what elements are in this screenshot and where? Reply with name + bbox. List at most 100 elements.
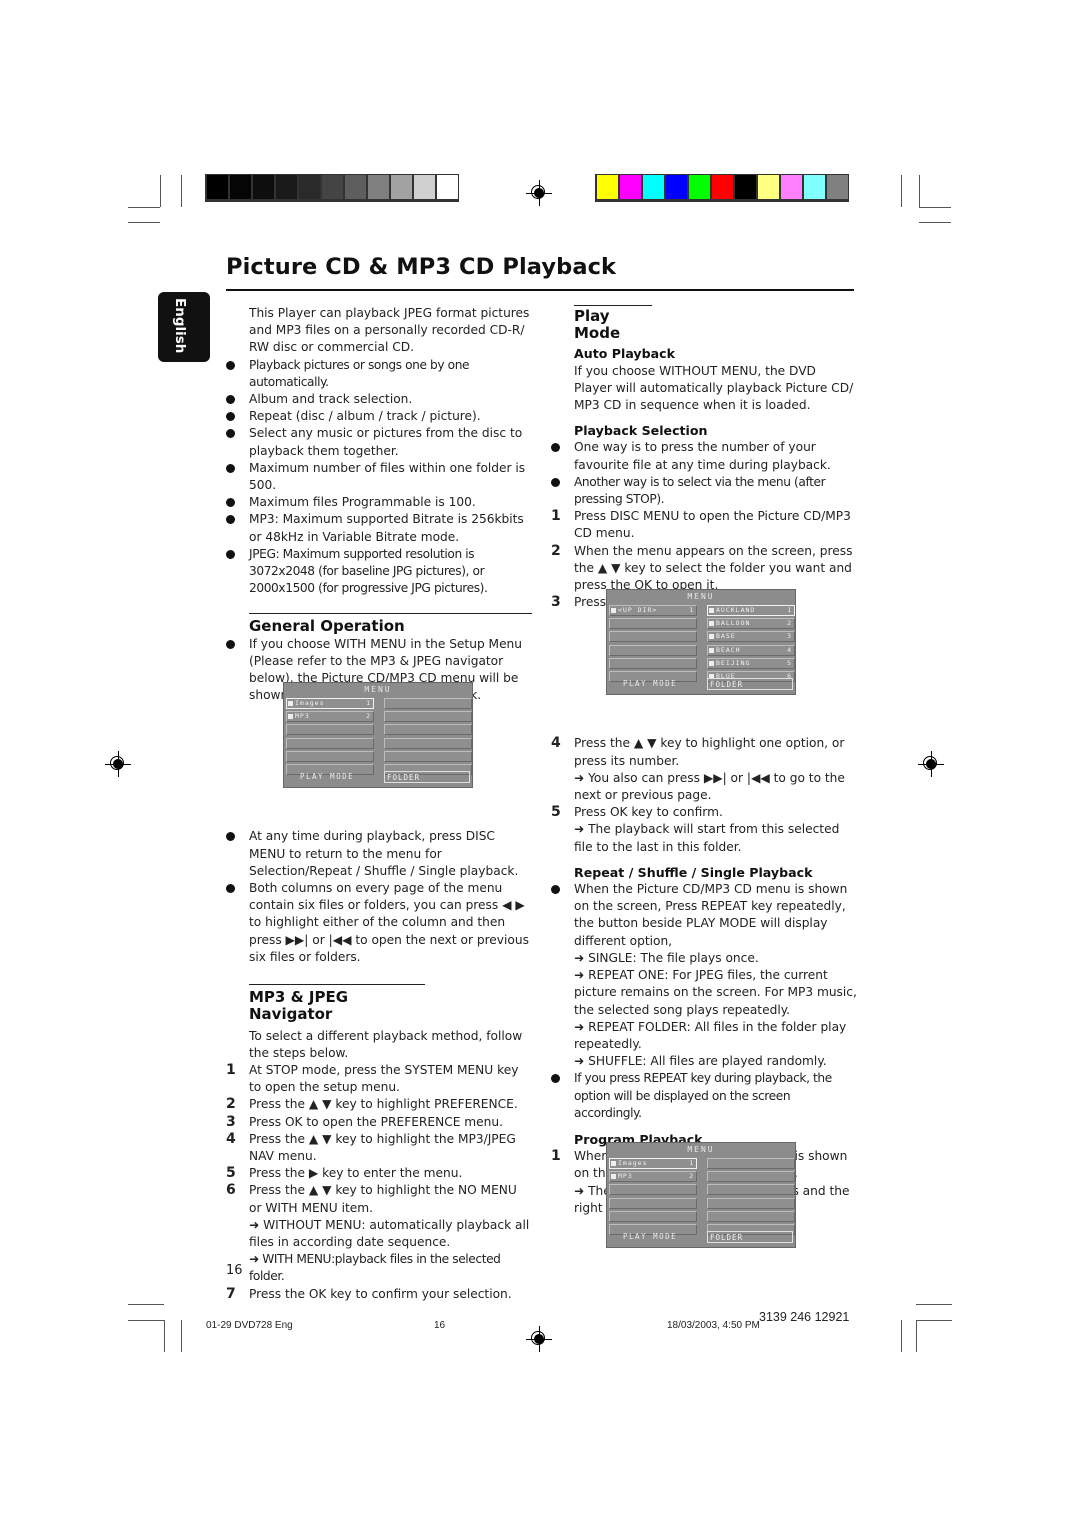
step-text: Press the ▲ ▼ key to highlight the NO ME… (249, 1183, 517, 1215)
step-item: 2 When the menu appears on the screen, pr… (551, 543, 857, 595)
osd-row (707, 1158, 795, 1169)
color-swatch (437, 175, 458, 199)
folder-icon (288, 714, 293, 720)
osd-row: <UP DIR> 1 (609, 605, 697, 616)
osd-row (286, 724, 374, 736)
osd-row-number: 1 (366, 699, 371, 707)
registration-mark-icon (526, 1326, 552, 1352)
step-item: 3 Press OK to open the PREFERENCE menu. (226, 1114, 532, 1131)
crop-mark (128, 222, 160, 223)
bullet-icon (226, 549, 235, 559)
osd-title: MENU (687, 1145, 715, 1154)
osd-row-label: AUCKLAND (716, 606, 756, 614)
crop-mark (128, 1304, 164, 1305)
list-item: If you press REPEAT key during playback,… (551, 1070, 857, 1122)
color-swatch (666, 175, 687, 199)
osd-row-number: 2 (366, 712, 371, 721)
folder-icon (709, 608, 714, 613)
osd-row (707, 1184, 795, 1196)
play-mode-label: PLAY MODE (300, 772, 355, 781)
registration-mark-icon (918, 751, 944, 777)
item-text: Album and track selection. (249, 392, 413, 407)
color-swatch (368, 175, 389, 199)
repeat-option-note: ➜ REPEAT ONE: For JPEG files, the curren… (574, 968, 857, 1017)
step-number: 4 (226, 1130, 236, 1147)
item-text: When the Picture CD/MP3 CD menu is shown… (574, 882, 848, 948)
bullet-icon (226, 412, 235, 422)
osd-column: Images 1 MP3 2 (286, 698, 374, 777)
step-item: 4 Press the ▲ ▼ key to highlight one opti… (551, 735, 857, 804)
folder-icon (611, 608, 616, 613)
osd-row-number: 1 (689, 1159, 694, 1167)
step-item: 6 Press the ▲ ▼ key to highlight the NO M… (226, 1182, 532, 1285)
general-operation-section: General Operation (249, 613, 532, 635)
osd-row (707, 1197, 795, 1209)
color-swatch (781, 175, 802, 199)
osd-row-label: BALLOON (716, 619, 751, 628)
language-tab: English (158, 292, 210, 362)
color-swatch (643, 175, 664, 199)
osd-row: AUCKLAND 1 (707, 605, 795, 616)
play-mode-label: PLAY MODE (623, 679, 678, 688)
step-text: Press the ▲ ▼ key to highlight PREFERENC… (249, 1097, 518, 1112)
osd-row: BEIJING 5 (707, 657, 795, 669)
osd-row (384, 698, 472, 709)
osd-row (609, 1197, 697, 1209)
list-item: Another way is to select via the menu (a… (551, 474, 857, 508)
folder-icon (709, 660, 714, 666)
list-item: Both columns on every page of the menu c… (226, 880, 532, 966)
folder-icon (709, 647, 714, 653)
osd-row-number: 2 (787, 619, 792, 628)
step-number: 7 (226, 1285, 236, 1302)
osd-row-label: <UP DIR> (618, 606, 658, 614)
bullet-icon (226, 463, 235, 473)
osd-row (384, 737, 472, 749)
item-text: MP3: Maximum supported Bitrate is 256kbi… (249, 512, 524, 544)
osd-row (384, 711, 472, 723)
osd-column (707, 1158, 795, 1237)
osd-row (286, 737, 374, 749)
step-item: 4 Press the ▲ ▼ key to highlight the MP3/… (226, 1131, 532, 1165)
auto-playback-heading: Auto Playback (574, 346, 675, 362)
footer-date: 18/03/2003, 4:50 PM (667, 1320, 760, 1331)
crop-mark (919, 222, 951, 223)
osd-menu-files: MENU <UP DIR> 1 AUCKLAND 1 BALLOON 2 BASE 3 BEACH… (606, 589, 796, 695)
osd-column (384, 698, 472, 777)
osd-column: <UP DIR> 1 (609, 605, 697, 684)
bullet-icon (551, 477, 560, 487)
step-text: Press the OK key to confirm your selecti… (249, 1286, 512, 1301)
osd-title: MENU (364, 685, 392, 694)
folder-icon (611, 1174, 616, 1180)
folder-icon (611, 1161, 616, 1166)
bullet-icon (551, 1074, 560, 1084)
feature-item: Select any music or pictures from the di… (226, 425, 532, 459)
feature-item: JPEG: Maximum supported resolution is 30… (226, 546, 532, 598)
step-text: Press the ▶ key to enter the menu. (249, 1166, 463, 1181)
item-text: One way is to press the number of your f… (574, 440, 831, 472)
play-mode-label: PLAY MODE (623, 1232, 678, 1241)
osd-menu-root: MENU Images 1 MP3 2 PLAY MODE FOLDER (283, 682, 473, 788)
color-swatch (322, 175, 343, 199)
step-item: 1 At STOP mode, press the SYSTEM MENU key… (226, 1062, 532, 1096)
section-rule (249, 984, 425, 986)
step-text: Press the ▲ ▼ key to highlight one optio… (574, 736, 845, 768)
osd-row (707, 1210, 795, 1222)
step-number: 1 (226, 1061, 236, 1078)
step-item: 1 Press DISC MENU to open the Picture CD/… (551, 508, 857, 542)
crop-mark (919, 175, 920, 207)
color-calibration-bar (595, 174, 849, 202)
bullet-icon (226, 395, 235, 405)
feature-item: MP3: Maximum supported Bitrate is 256kbi… (226, 511, 532, 545)
osd-row-number: 1 (689, 606, 694, 614)
osd-row-label: MP3 (295, 712, 310, 721)
osd-row: Images 1 (609, 1158, 697, 1169)
step-note: ➜ The playback will start from this sele… (574, 822, 840, 854)
osd-row-label: Images (618, 1159, 648, 1167)
color-swatch (620, 175, 641, 199)
bullet-icon (226, 832, 235, 842)
osd-row (609, 618, 697, 630)
color-swatch (414, 175, 435, 199)
osd-row (609, 644, 697, 656)
step-note: ➜ WITHOUT MENU: automatically playback a… (249, 1217, 530, 1249)
bullet-icon (226, 639, 235, 649)
